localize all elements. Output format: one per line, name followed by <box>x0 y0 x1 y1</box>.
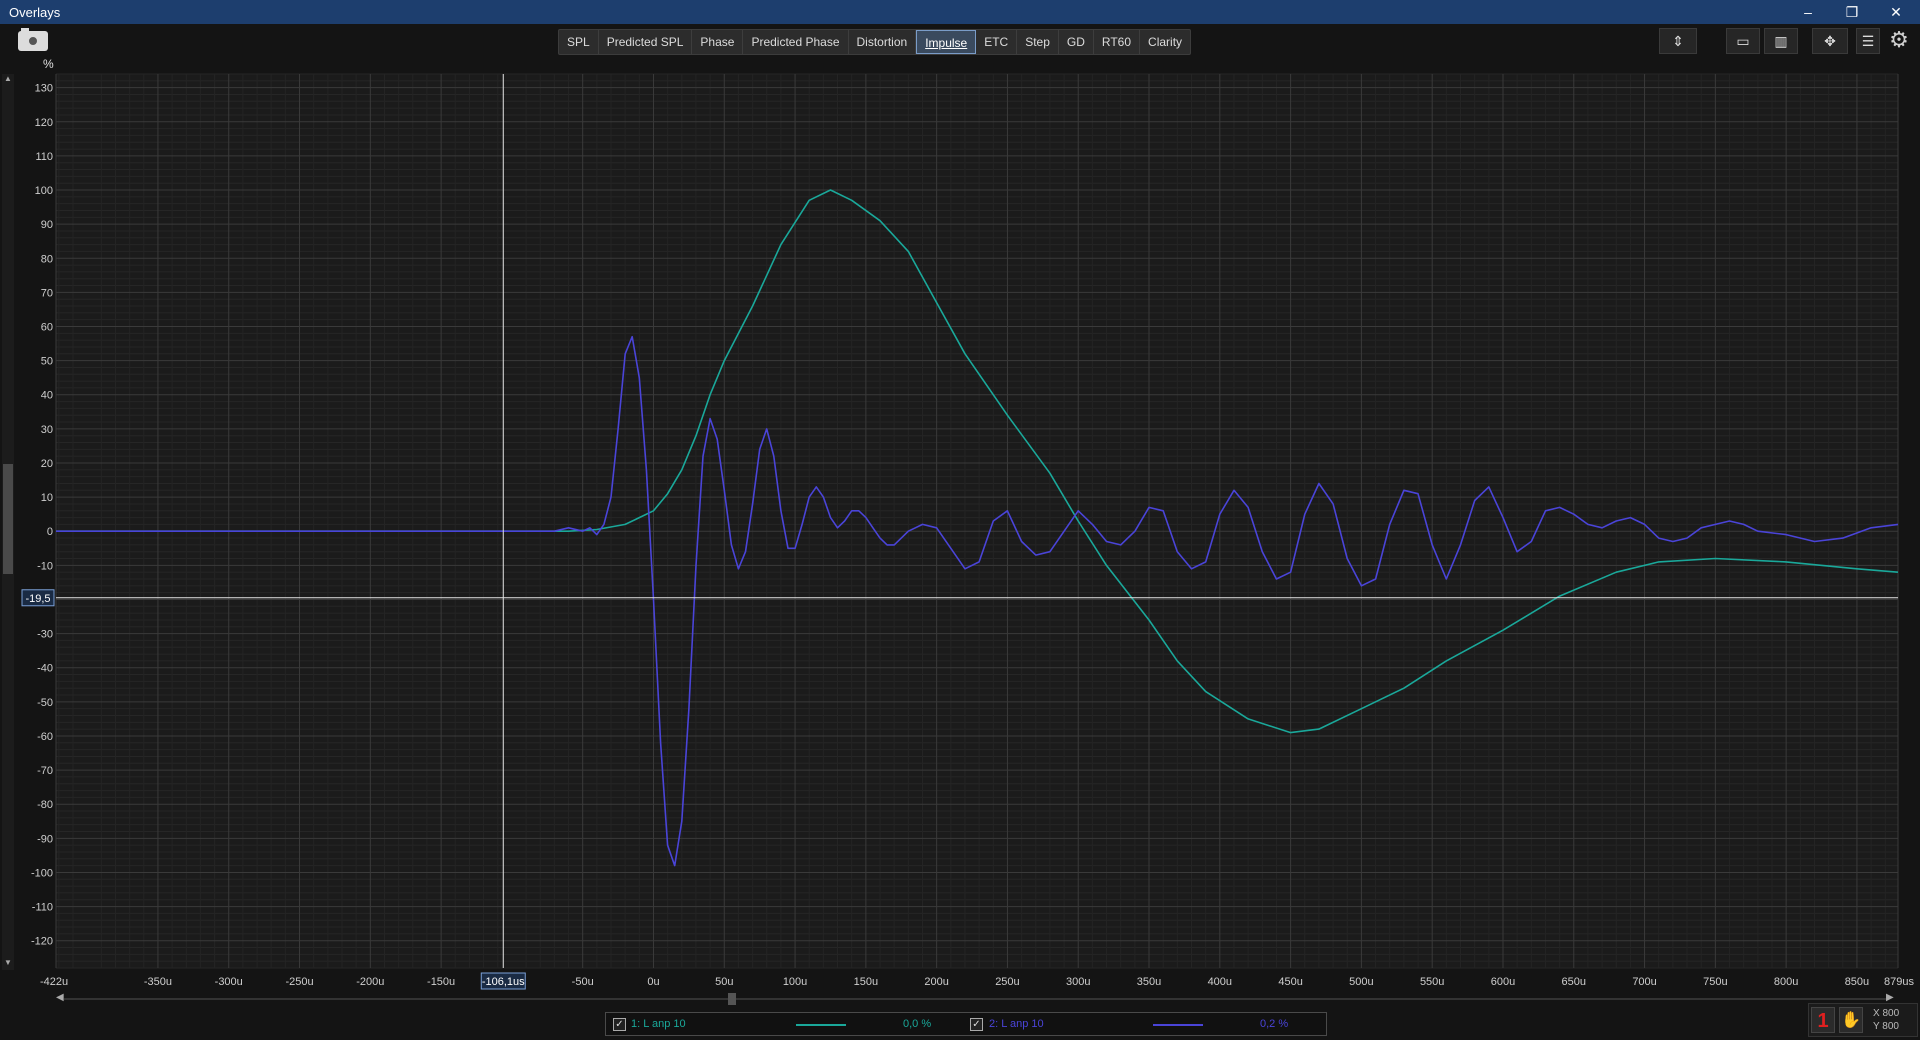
y-tick-label: 110 <box>35 151 53 163</box>
x-tick-label: 100u <box>783 976 807 988</box>
legend-swatch-1 <box>796 1024 846 1026</box>
scroll-right-icon[interactable]: ▶ <box>1886 992 1894 1003</box>
x-tick-label: -150u <box>427 976 455 988</box>
cursor-x-readout: -106,1us <box>482 976 525 988</box>
legend-checkbox-2[interactable]: ✓ <box>970 1018 983 1031</box>
x-tick-label: 350u <box>1137 976 1161 988</box>
y-scale-readout: Y 800 <box>1873 1021 1899 1032</box>
x-tick-label: -200u <box>356 976 384 988</box>
y-tick-label: 10 <box>41 492 53 504</box>
y-tick-label: 20 <box>41 458 53 470</box>
x-tick-label: 600u <box>1491 976 1515 988</box>
x-tick-label: 200u <box>924 976 948 988</box>
x-tick-label: 750u <box>1703 976 1727 988</box>
x-tick-label: -300u <box>215 976 243 988</box>
legend-value-1: 0,0 % <box>903 1018 932 1030</box>
y-tick-label: -40 <box>37 663 53 675</box>
x-tick-label: -422u <box>40 976 68 988</box>
x-tick-label: -250u <box>285 976 313 988</box>
x-tick-label: 150u <box>854 976 878 988</box>
x-tick-label: 550u <box>1420 976 1444 988</box>
x-tick-label: 500u <box>1349 976 1373 988</box>
y-tick-label: -110 <box>32 902 53 914</box>
y-tick-label: 120 <box>35 117 53 129</box>
y-tick-label: 90 <box>41 219 53 231</box>
x-tick-label: 850u <box>1845 976 1869 988</box>
x-tick-label: 300u <box>1066 976 1090 988</box>
y-tick-label: 60 <box>41 322 53 334</box>
y-tick-label: -70 <box>37 765 53 777</box>
x-tick-label: 650u <box>1562 976 1586 988</box>
y-tick-label: 50 <box>41 356 53 368</box>
x-tick-label: 50u <box>715 976 733 988</box>
x-tick-label: -350u <box>144 976 172 988</box>
x-tick-label: 879us <box>1884 976 1914 988</box>
horizontal-scroll-track[interactable] <box>64 998 1888 1000</box>
scroll-left-icon[interactable]: ◀ <box>56 992 64 1003</box>
horizontal-scrollbar[interactable]: ◀ ▶ <box>56 991 1896 1007</box>
status-badge: 1 ✋ X 800 Y 800 <box>1808 1003 1918 1037</box>
y-tick-label: -50 <box>37 697 53 709</box>
y-tick-label: 40 <box>41 390 53 402</box>
y-tick-label: -120 <box>31 936 53 948</box>
cursor-y-readout: -19,5 <box>25 593 50 605</box>
y-tick-label: 30 <box>41 424 53 436</box>
y-tick-label: -10 <box>37 560 53 572</box>
legend-checkbox-1[interactable]: ✓ <box>613 1018 626 1031</box>
hand-icon[interactable]: ✋ <box>1839 1007 1863 1033</box>
x-tick-label: -50u <box>572 976 594 988</box>
y-tick-label: -60 <box>37 731 53 743</box>
plot-area[interactable] <box>56 74 1898 968</box>
y-tick-label: 80 <box>41 253 53 265</box>
horizontal-scroll-thumb[interactable] <box>728 993 736 1005</box>
x-tick-label: 700u <box>1632 976 1656 988</box>
x-tick-label: 400u <box>1208 976 1232 988</box>
y-tick-label: 130 <box>35 83 53 95</box>
y-tick-label: -90 <box>37 833 53 845</box>
x-tick-label: 450u <box>1278 976 1302 988</box>
y-tick-label: -100 <box>31 867 53 879</box>
legend-swatch-2 <box>1153 1024 1203 1026</box>
impulse-chart[interactable]: 1301201101009080706050403020100-10-20-30… <box>0 0 1920 1000</box>
legend-name-1: 1: L anp 10 <box>631 1018 686 1030</box>
legend: ✓ 1: L anp 10 0,0 % ✓ 2: L anp 10 0,2 % <box>605 1012 1327 1036</box>
legend-value-2: 0,2 % <box>1260 1018 1289 1030</box>
y-tick-label: 100 <box>35 185 53 197</box>
y-tick-label: 0 <box>47 526 53 538</box>
x-scale-readout: X 800 <box>1873 1008 1900 1019</box>
x-tick-label: 800u <box>1774 976 1798 988</box>
legend-name-2: 2: L anp 10 <box>989 1018 1044 1030</box>
y-tick-label: 70 <box>41 287 53 299</box>
x-tick-label: 0u <box>647 976 659 988</box>
y-tick-label: -80 <box>37 799 53 811</box>
channel-one-icon[interactable]: 1 <box>1811 1007 1835 1033</box>
x-tick-label: 250u <box>995 976 1019 988</box>
y-tick-label: -30 <box>37 629 53 641</box>
